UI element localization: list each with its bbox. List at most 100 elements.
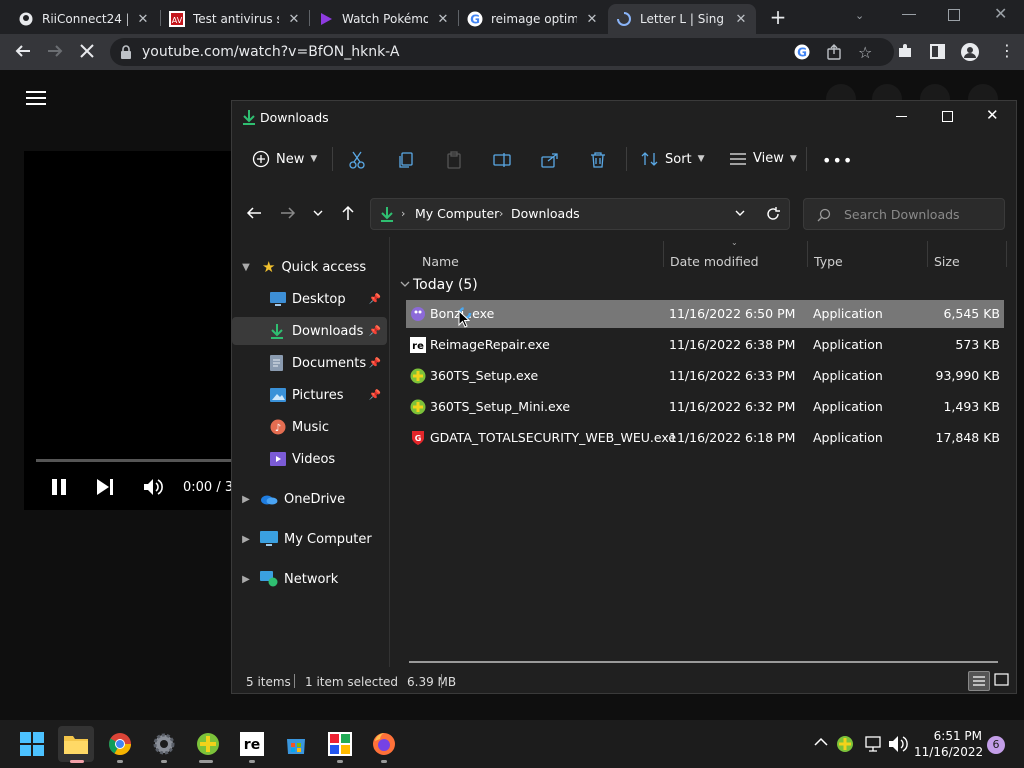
file-row-gdata-totalsecurity[interactable]: G GDATA_TOTALSECURITY_WEB_WEU.exe 11/16/… (406, 424, 1004, 452)
file-explorer-folder-icon[interactable] (58, 726, 94, 762)
up-arrow-icon[interactable] (341, 205, 355, 221)
minimize-icon[interactable] (896, 116, 907, 117)
window-close-icon[interactable]: ✕ (994, 4, 1007, 23)
column-separator[interactable] (663, 241, 664, 267)
column-separator[interactable] (1006, 241, 1007, 267)
stop-loading-x-icon[interactable] (78, 42, 96, 60)
notification-count-badge[interactable]: 6 (987, 736, 1005, 754)
pause-icon[interactable] (50, 478, 68, 496)
nav-pictures[interactable]: Pictures 📌 (232, 381, 387, 409)
minimize-icon[interactable] (902, 14, 916, 15)
tiles-view-icon[interactable] (993, 671, 1011, 691)
column-separator[interactable] (807, 241, 808, 267)
close-icon[interactable]: ✕ (136, 12, 150, 27)
refresh-icon[interactable] (765, 206, 781, 222)
copy-icon[interactable] (397, 151, 415, 169)
share-icon[interactable] (541, 151, 559, 169)
paint-app-icon[interactable] (322, 726, 358, 762)
settings-gear-icon[interactable] (146, 726, 182, 762)
breadcrumb-downloads[interactable]: Downloads (511, 206, 580, 221)
google-lens-icon[interactable]: G (794, 44, 810, 60)
show-hidden-icons-chevron-icon[interactable] (814, 737, 828, 747)
nav-music[interactable]: ♪ Music (232, 413, 387, 441)
forward-arrow-icon[interactable] (280, 206, 296, 220)
address-bar[interactable]: › My Computer › Downloads (370, 198, 790, 230)
tab-search-chevron-icon[interactable]: ⌄ (855, 6, 871, 26)
volume-speaker-icon[interactable] (888, 735, 908, 753)
column-separator[interactable] (927, 241, 928, 267)
nav-videos[interactable]: Videos (232, 445, 387, 473)
breadcrumb-my-computer[interactable]: My Computer (415, 206, 499, 221)
column-header-size[interactable]: Size (934, 247, 960, 275)
close-icon[interactable]: ✕ (436, 12, 450, 27)
profile-avatar-icon[interactable] (961, 43, 979, 61)
column-header-date-modified[interactable]: Date modified (670, 247, 759, 275)
360-tray-icon[interactable] (836, 735, 854, 753)
delete-trash-icon[interactable] (589, 151, 607, 169)
nav-quick-access[interactable]: ▼ ★ Quick access (232, 253, 387, 281)
kebab-menu-icon[interactable]: ⋮ (999, 43, 1015, 59)
recent-locations-chevron-icon[interactable] (312, 207, 324, 219)
details-view-icon[interactable] (968, 671, 990, 691)
file-row-360ts-setup[interactable]: 360TS_Setup.exe 11/16/2022 6:33 PM Appli… (406, 362, 1004, 390)
column-header-type[interactable]: Type (814, 247, 843, 275)
windows-start-icon[interactable] (14, 726, 50, 762)
file-row-360ts-setup-mini[interactable]: 360TS_Setup_Mini.exe 11/16/2022 6:32 PM … (406, 393, 1004, 421)
nav-downloads[interactable]: Downloads 📌 (232, 317, 387, 345)
clock-time[interactable]: 6:51 PM (920, 729, 982, 743)
chevron-right-icon[interactable]: ▶ (240, 494, 252, 505)
hamburger-menu-icon[interactable] (26, 90, 46, 106)
360-security-icon[interactable] (190, 726, 226, 762)
extensions-puzzle-icon[interactable] (897, 43, 913, 59)
more-options-ellipsis-icon[interactable]: ••• (822, 151, 853, 170)
group-header-today[interactable]: Today (5) (413, 277, 478, 293)
column-header-name[interactable]: Name (422, 247, 459, 275)
tab-reimage-search[interactable]: G reimage optimiz ✕ (459, 4, 607, 34)
microsoft-store-icon[interactable] (278, 726, 314, 762)
close-icon[interactable]: ✕ (287, 12, 301, 27)
nav-my-computer[interactable]: ▶ My Computer (232, 525, 387, 553)
nav-onedrive[interactable]: ▶ OneDrive (232, 485, 387, 513)
chrome-icon[interactable] (102, 726, 138, 762)
nav-documents[interactable]: Documents 📌 (232, 349, 387, 377)
nav-desktop[interactable]: Desktop 📌 (232, 285, 387, 313)
next-track-icon[interactable] (96, 478, 114, 496)
side-panel-icon[interactable] (930, 44, 945, 59)
chevron-right-icon[interactable]: ▶ (240, 534, 252, 545)
url-text[interactable]: youtube.com/watch?v=BfON_hknk-A (142, 44, 400, 60)
file-row-reimagerepair[interactable]: re ReimageRepair.exe 11/16/2022 6:38 PM … (406, 331, 1004, 359)
tab-watch-pokemon[interactable]: Watch Pokémon ✕ (310, 4, 458, 34)
restore-icon[interactable] (948, 9, 960, 21)
close-icon[interactable]: ✕ (986, 106, 999, 124)
horizontal-scrollbar[interactable] (409, 661, 998, 663)
chevron-down-icon[interactable]: ▼ (240, 262, 252, 273)
back-arrow-icon[interactable] (14, 42, 32, 60)
rename-icon[interactable] (493, 151, 511, 169)
bookmark-star-icon[interactable]: ☆ (858, 43, 872, 62)
back-arrow-icon[interactable] (246, 206, 262, 220)
volume-icon[interactable] (143, 478, 163, 496)
network-ethernet-icon[interactable] (864, 735, 882, 753)
share-icon[interactable] (826, 44, 842, 60)
tab-letter-l[interactable]: Letter L | Sing a ✕ (608, 4, 756, 34)
sort-button[interactable]: Sort ▼ (641, 151, 705, 167)
file-row-bonzibuddy[interactable]: Bonzi .exe 11/16/2022 6:50 PM Applicatio… (406, 300, 1004, 328)
search-box[interactable]: Search Downloads (803, 198, 1005, 230)
group-chevron-down-icon[interactable] (400, 281, 410, 289)
video-player[interactable] (24, 151, 234, 510)
close-icon[interactable]: ✕ (734, 12, 748, 27)
chevron-right-icon[interactable]: ▶ (240, 574, 252, 585)
firefox-icon[interactable] (366, 726, 402, 762)
view-button[interactable]: View ▼ (729, 151, 797, 166)
close-icon[interactable]: ✕ (585, 12, 599, 27)
tab-riiconnect24[interactable]: RiiConnect24 | Rii ✕ (10, 4, 158, 34)
reimage-icon[interactable]: re (234, 726, 270, 762)
cut-scissors-icon[interactable] (348, 151, 366, 169)
address-dropdown-chevron-icon[interactable] (734, 209, 746, 219)
nav-network[interactable]: ▶ Network (232, 565, 387, 593)
tab-test-antivirus[interactable]: AV Test antivirus soft ✕ (161, 4, 309, 34)
new-button[interactable]: New ▼ (252, 150, 317, 168)
clock-date[interactable]: 11/16/2022 (914, 745, 983, 759)
lock-icon[interactable] (120, 45, 132, 59)
maximize-icon[interactable] (942, 111, 953, 122)
